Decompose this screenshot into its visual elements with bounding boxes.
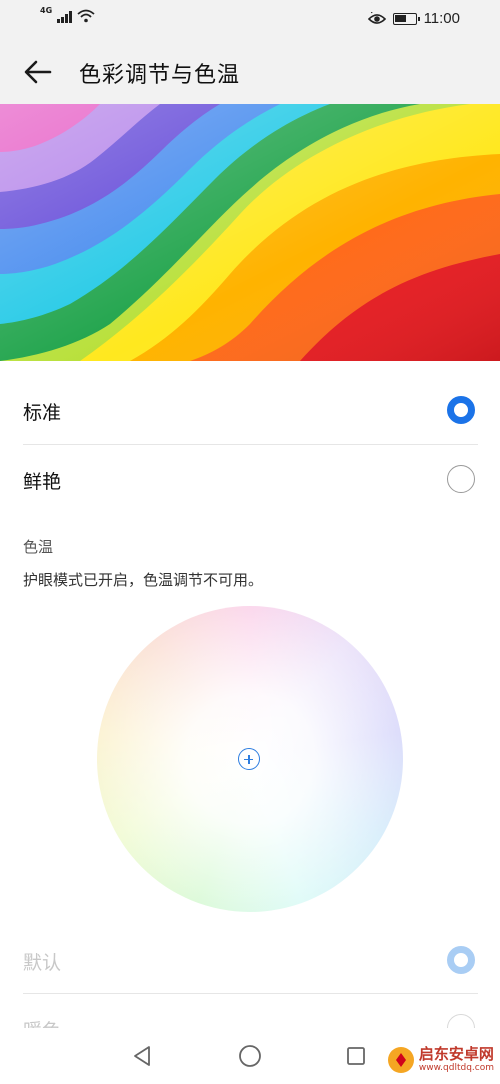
signal-icon [57, 11, 72, 23]
wifi-icon [77, 9, 95, 23]
color-mode-label: 标准 [23, 402, 62, 424]
arrow-left-icon [24, 60, 52, 84]
color-mode-standard[interactable]: 标准 [0, 376, 500, 444]
status-left: 4G [40, 6, 95, 23]
color-mode-label: 鲜艳 [23, 471, 62, 493]
back-button[interactable] [18, 52, 58, 92]
network-type: 4G [40, 6, 53, 15]
watermark-url: www.qdltdq.com [418, 1063, 494, 1073]
nav-recents-button[interactable] [341, 1041, 371, 1071]
recents-square-icon [347, 1047, 365, 1065]
back-triangle-icon [134, 1046, 150, 1066]
section-title-color-temperature: 色温 [23, 538, 54, 556]
color-mode-vivid[interactable]: 鲜艳 [0, 445, 500, 513]
status-bar: 4G 11:00 [0, 0, 500, 38]
eye-comfort-notice: 护眼模式已开启，色温调节不可用。 [23, 571, 264, 589]
nav-home-button[interactable] [235, 1041, 265, 1071]
radio-selected-icon[interactable] [447, 946, 475, 974]
page-title: 色彩调节与色温 [79, 63, 241, 88]
temperature-option-label: 默认 [23, 952, 62, 974]
app-bar: 色彩调节与色温 [0, 38, 500, 104]
radio-selected-icon[interactable] [447, 396, 475, 424]
temperature-option-default[interactable]: 默认 [0, 926, 500, 994]
watermark-name: 启东安卓网 [418, 1045, 494, 1063]
preview-image [0, 104, 500, 361]
battery-icon [392, 12, 420, 25]
eye-comfort-icon [367, 11, 386, 24]
wheel-cursor-handle[interactable] [238, 748, 260, 770]
nav-back-button[interactable] [128, 1041, 158, 1071]
watermark: 启东安卓网 www.qdltdq.com [387, 1046, 494, 1074]
status-right: 11:00 [367, 10, 460, 27]
watermark-logo-icon [387, 1047, 414, 1073]
home-circle-icon [239, 1045, 261, 1067]
radio-unselected-icon[interactable] [447, 465, 475, 493]
clock: 11:00 [423, 10, 460, 27]
